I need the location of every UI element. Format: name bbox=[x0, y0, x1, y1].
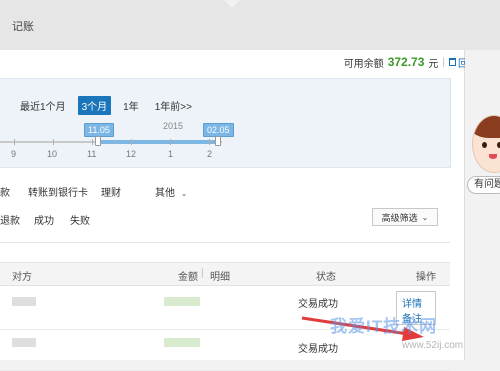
type-filter-wealth[interactable]: 理财 bbox=[101, 184, 121, 199]
date-filter-panel: 最近1个月 3个月 1年 1年前>> 2015 9 10 11 12 1 2 1… bbox=[0, 78, 451, 168]
balance-separator: | bbox=[442, 56, 445, 68]
range-tab-older[interactable]: 1年前>> bbox=[151, 96, 196, 115]
avatar-hair bbox=[473, 116, 500, 138]
timeline-tick bbox=[209, 139, 210, 145]
end-date-tag: 02.05 bbox=[203, 123, 234, 137]
trash-icon bbox=[449, 58, 456, 66]
type-filter-partial[interactable]: 款 bbox=[0, 184, 10, 199]
range-tab-1-year[interactable]: 1年 bbox=[119, 96, 143, 115]
tab-notch bbox=[224, 0, 240, 8]
timeline-year: 2015 bbox=[163, 121, 184, 131]
balance-label: 可用余额 bbox=[343, 58, 384, 70]
tab-label[interactable]: 记账 bbox=[12, 18, 34, 34]
amount-redacted bbox=[164, 297, 200, 306]
timeline-tick bbox=[92, 139, 93, 145]
timeline-tick bbox=[53, 139, 54, 145]
start-date-handle[interactable] bbox=[95, 136, 101, 146]
status-filter-failed[interactable]: 失败 bbox=[70, 212, 90, 227]
avatar-eye bbox=[482, 142, 487, 148]
type-filter-other-label: 其他 bbox=[155, 188, 175, 199]
timeline-selected-range bbox=[98, 140, 218, 144]
type-filter-bank-transfer[interactable]: 转账到银行卡 bbox=[28, 184, 88, 199]
balance-amount: 372.73 bbox=[387, 55, 425, 69]
right-side-panel bbox=[465, 50, 500, 360]
avatar-mouth bbox=[489, 154, 497, 159]
timeline-tick bbox=[131, 139, 132, 145]
help-button[interactable]: 有问题 bbox=[467, 176, 500, 194]
status-filter-success[interactable]: 成功 bbox=[34, 212, 54, 227]
section-divider bbox=[0, 242, 450, 243]
amount-redacted bbox=[164, 338, 200, 347]
col-status: 状态 bbox=[316, 272, 336, 283]
col-counterparty: 对方 bbox=[12, 272, 32, 283]
advanced-filter-button[interactable]: 高级筛选 ⌄ bbox=[372, 208, 438, 226]
timeline-tick-label: 10 bbox=[47, 149, 58, 159]
top-tab-bar: 记账 bbox=[0, 0, 500, 51]
start-date-tag: 11.05 bbox=[84, 123, 114, 137]
type-filter-other[interactable]: 其他 ⌄ bbox=[155, 184, 187, 199]
status-filter-refund[interactable]: 退款 bbox=[0, 212, 20, 227]
table-header: 对方 金额 | 明细 状态 操作 bbox=[0, 262, 450, 286]
range-tabs: 最近1个月 3个月 1年 1年前>> bbox=[16, 96, 196, 115]
range-tab-3-months[interactable]: 3个月 bbox=[77, 96, 112, 115]
timeline-tick-label: 11 bbox=[87, 149, 97, 159]
col-separator: | bbox=[201, 268, 204, 279]
chevron-down-icon: ⌄ bbox=[421, 212, 429, 222]
counterparty-redacted bbox=[12, 338, 36, 347]
timeline-tick-label: 12 bbox=[126, 149, 137, 159]
date-timeline[interactable]: 2015 9 10 11 12 1 2 11.05 02.05 bbox=[0, 119, 250, 159]
timeline-tick-label: 2 bbox=[207, 149, 213, 159]
watermark-url: www.52ij.com bbox=[402, 340, 464, 351]
col-action: 操作 bbox=[416, 272, 436, 283]
col-detail: 明细 bbox=[210, 272, 230, 283]
timeline-tick bbox=[170, 139, 171, 145]
watermark-text: 我爱IT技术网 bbox=[330, 317, 438, 336]
balance-unit: 元 bbox=[428, 58, 439, 70]
range-tab-1-month[interactable]: 最近1个月 bbox=[16, 96, 70, 115]
timeline-tick-label: 9 bbox=[11, 149, 17, 159]
advanced-filter-label: 高级筛选 bbox=[381, 212, 418, 223]
end-date-handle[interactable] bbox=[215, 136, 221, 146]
timeline-tick-label: 1 bbox=[168, 149, 174, 159]
timeline-tick bbox=[14, 139, 15, 145]
col-amount: 金额 bbox=[178, 272, 198, 283]
counterparty-redacted bbox=[12, 297, 36, 306]
chevron-down-icon: ⌄ bbox=[180, 189, 188, 198]
